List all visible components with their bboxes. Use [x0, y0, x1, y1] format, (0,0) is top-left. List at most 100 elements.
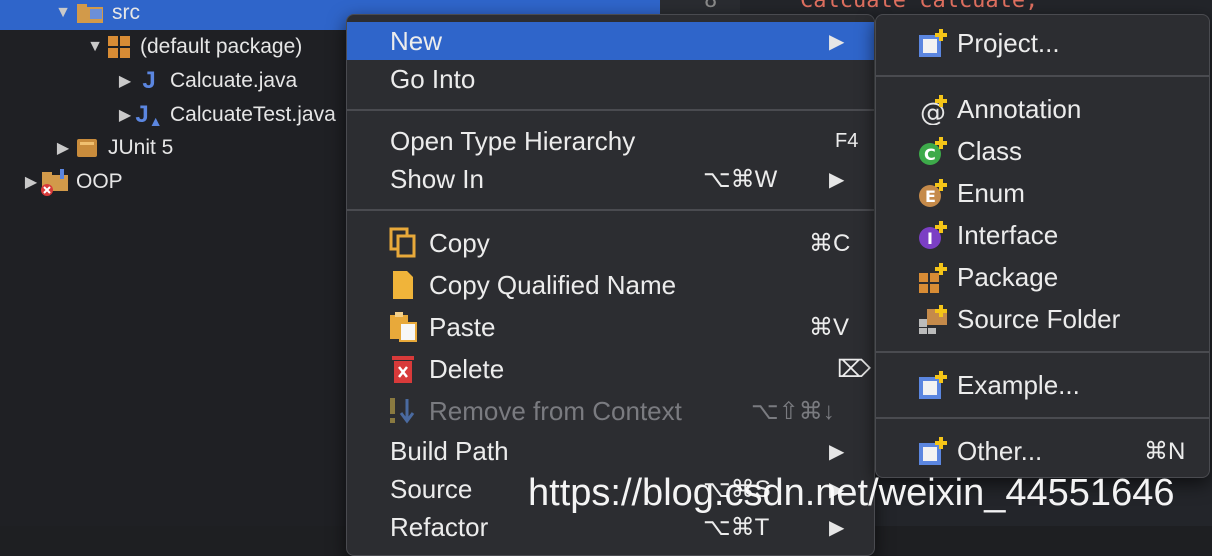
menu-item-label: Open Type Hierarchy [390, 125, 636, 156]
menu-item-go-into[interactable]: Go Into [347, 60, 874, 98]
menu-item-new[interactable]: New ▶ [347, 22, 874, 60]
menu-separator [876, 351, 1209, 353]
new-example-icon [916, 368, 950, 402]
svg-text:I: I [927, 229, 933, 248]
tree-item-default-package[interactable]: ▼ (default package) [86, 30, 302, 64]
menu-item-paste[interactable]: Paste ⌘V [347, 308, 874, 346]
new-wizard-icon [916, 434, 950, 468]
new-submenu: Project... @ Annotation C Class E Enum I… [875, 14, 1210, 478]
new-project-icon [916, 26, 950, 60]
new-source-folder-icon [916, 302, 950, 336]
code-line[interactable]: Calcuate calcuate; [800, 0, 1038, 13]
shortcut-label: ⌘C [809, 229, 851, 257]
tree-item-calcuate-java[interactable]: ▶ J Calcuate.java [116, 64, 297, 98]
interface-icon: I [916, 218, 950, 252]
tree-item-calcuatetest-java[interactable]: ▶ J ▲ CalcuateTest.java [116, 98, 336, 132]
submenu-arrow-icon: ▶ [829, 30, 845, 53]
menu-item-label: Remove from Context [429, 395, 682, 426]
submenu-item-label: Other... [957, 435, 1043, 466]
submenu-item-label: Source Folder [957, 303, 1121, 334]
menu-item-open-type-hierarchy[interactable]: Open Type Hierarchy F4 [347, 122, 874, 160]
copy-icon [387, 226, 419, 260]
library-icon [72, 134, 102, 162]
submenu-item-label: Project... [957, 27, 1060, 58]
chevron-right-icon[interactable]: ▶ [116, 106, 134, 124]
menu-item-label: Build Path [390, 435, 509, 466]
menu-item-copy-qualified-name[interactable]: Copy Qualified Name [347, 266, 874, 304]
document-icon [387, 268, 419, 302]
submenu-item-package[interactable]: Package [876, 257, 1209, 297]
tree-item-junit5[interactable]: ▶ JUnit 5 [54, 131, 174, 165]
enum-icon: E [916, 176, 950, 210]
menu-separator [347, 209, 874, 211]
menu-item-label: Go Into [390, 63, 476, 94]
menu-item-label: Refactor [390, 511, 489, 542]
shortcut-label: ⌥⇧⌘↓ [751, 397, 835, 425]
tree-item-label: Calcuate.java [170, 69, 298, 92]
new-package-icon [916, 260, 950, 294]
chevron-right-icon[interactable]: ▶ [22, 173, 40, 191]
menu-item-show-in[interactable]: Show In ⌥⌘W ▶ [347, 160, 874, 198]
menu-separator [876, 417, 1209, 419]
menu-item-label: Show In [390, 163, 484, 194]
tree-item-label: CalcuateTest.java [170, 103, 336, 126]
submenu-item-label: Example... [957, 369, 1080, 400]
project-error-icon [40, 168, 70, 196]
package-icon [104, 33, 134, 61]
shortcut-label: ⌥⌘W [703, 165, 778, 193]
annotation-icon: @ [916, 92, 950, 126]
menu-item-build-path[interactable]: Build Path ▶ [347, 432, 874, 470]
submenu-item-label: Annotation [957, 93, 1082, 124]
class-icon: C [916, 134, 950, 168]
svg-text:E: E [925, 187, 936, 206]
trash-icon [387, 352, 419, 386]
tree-item-label: (default package) [140, 35, 303, 58]
shortcut-label: ⌘V [809, 313, 850, 341]
java-file-icon: J [142, 67, 156, 94]
submenu-item-label: Interface [957, 219, 1059, 250]
submenu-item-annotation[interactable]: @ Annotation [876, 89, 1209, 129]
shortcut-label: ⌘N [1144, 437, 1186, 465]
chevron-right-icon[interactable]: ▶ [116, 72, 134, 90]
java-test-file-icon: J ▲ [135, 101, 163, 129]
menu-item-label: New [390, 25, 443, 56]
submenu-item-example[interactable]: Example... [876, 365, 1209, 405]
menu-separator [876, 75, 1209, 77]
tree-item-label: JUnit 5 [108, 136, 174, 159]
submenu-item-project[interactable]: Project... [876, 23, 1209, 63]
menu-item-label: Delete [429, 353, 505, 384]
paste-icon [387, 310, 419, 344]
submenu-arrow-icon: ▶ [829, 168, 845, 191]
submenu-item-enum[interactable]: E Enum [876, 173, 1209, 213]
menu-item-remove-from-context[interactable]: Remove from Context ⌥⇧⌘↓ [347, 392, 874, 430]
shortcut-label: ⌦ [837, 355, 871, 383]
menu-separator [347, 109, 874, 111]
submenu-item-source-folder[interactable]: Source Folder [876, 299, 1209, 339]
menu-item-label: Copy Qualified Name [429, 269, 677, 300]
shortcut-label: F4 [835, 129, 859, 152]
chevron-down-icon[interactable]: ▼ [86, 38, 104, 56]
menu-item-copy[interactable]: Copy ⌘C [347, 224, 874, 262]
shortcut-label: ⌥⌘T [703, 513, 770, 541]
submenu-item-label: Package [957, 261, 1059, 292]
submenu-item-label: Class [957, 135, 1023, 166]
source-folder-icon [76, 0, 106, 27]
tree-item-oop[interactable]: ▶ OOP [22, 165, 123, 199]
chevron-right-icon[interactable]: ▶ [54, 139, 72, 157]
submenu-arrow-icon: ▶ [829, 440, 845, 463]
submenu-item-label: Enum [957, 177, 1025, 208]
submenu-item-interface[interactable]: I Interface [876, 215, 1209, 255]
remove-context-icon [387, 394, 419, 428]
menu-item-label: Paste [429, 311, 496, 342]
chevron-down-icon[interactable]: ▼ [54, 4, 72, 22]
menu-item-label: Source [390, 473, 473, 504]
submenu-arrow-icon: ▶ [829, 516, 845, 539]
menu-item-label: Copy [429, 227, 490, 258]
watermark: https://blog.csdn.net/weixin_44551646 [528, 472, 1175, 514]
submenu-item-class[interactable]: C Class [876, 131, 1209, 171]
line-number: 8 [704, 0, 718, 13]
submenu-item-other[interactable]: Other... ⌘N [876, 431, 1209, 471]
tree-item-label: OOP [76, 170, 123, 193]
menu-item-delete[interactable]: Delete ⌦ [347, 350, 874, 388]
svg-text:C: C [924, 145, 936, 164]
